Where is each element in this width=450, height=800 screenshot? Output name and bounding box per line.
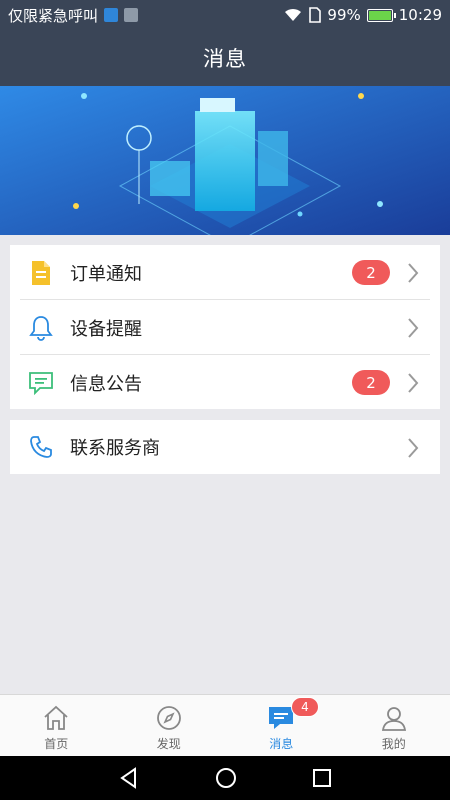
tab-messages[interactable]: 4 消息 (225, 695, 338, 756)
status-bar: 仅限紧急呼叫 99% 10:29 (0, 0, 450, 30)
message-list: 订单通知 2 设备提醒 信息公告 2 (10, 245, 440, 409)
tab-label: 首页 (44, 737, 69, 751)
emergency-text: 仅限紧急呼叫 (8, 6, 99, 25)
row-label: 设备提醒 (70, 318, 142, 340)
battery-icon (366, 8, 396, 22)
message-icon (26, 368, 56, 398)
chevron-right-icon (408, 373, 419, 393)
tab-badge: 4 (291, 697, 319, 717)
contact-card: 联系服务商 (10, 420, 440, 474)
row-order-notice[interactable]: 订单通知 2 (10, 245, 440, 300)
count-badge: 2 (352, 260, 390, 285)
document-icon (26, 258, 56, 288)
tab-home[interactable]: 首页 (0, 695, 113, 756)
battery-percent: 99% (327, 6, 361, 24)
notification-app-icon (104, 8, 119, 22)
tab-label: 消息 (269, 737, 294, 751)
back-icon[interactable] (117, 766, 141, 790)
bell-icon (26, 313, 56, 343)
sim-icon (309, 7, 322, 23)
compass-icon (156, 706, 181, 730)
tab-discover[interactable]: 发现 (113, 695, 226, 756)
home-circle-icon[interactable] (214, 766, 238, 790)
header: 消息 (0, 30, 450, 86)
tab-label: 发现 (156, 737, 181, 751)
user-icon (381, 707, 406, 731)
row-label: 联系服务商 (70, 438, 160, 459)
wifi-icon (285, 8, 302, 21)
count-badge: 2 (352, 370, 390, 395)
page-title: 消息 (203, 47, 247, 71)
row-label: 信息公告 (70, 373, 142, 395)
row-info-announcement[interactable]: 信息公告 2 (10, 355, 440, 410)
banner-image (0, 86, 450, 235)
clock: 10:29 (398, 6, 442, 24)
chevron-right-icon (408, 263, 419, 283)
image-notification-icon (124, 8, 139, 22)
row-contact-provider[interactable]: 联系服务商 (10, 420, 440, 474)
chevron-right-icon (408, 438, 419, 458)
row-device-reminder[interactable]: 设备提醒 (10, 300, 440, 355)
tab-mine[interactable]: 我的 (338, 695, 450, 756)
system-nav-bar (0, 756, 450, 800)
recents-icon[interactable] (311, 767, 333, 789)
tab-label: 我的 (381, 737, 406, 751)
phone-icon (26, 432, 56, 462)
chevron-right-icon (408, 318, 419, 338)
home-icon (44, 705, 68, 730)
row-label: 订单通知 (70, 263, 142, 285)
bottom-tab-bar: 首页 发现 4 消息 我的 (0, 694, 450, 756)
